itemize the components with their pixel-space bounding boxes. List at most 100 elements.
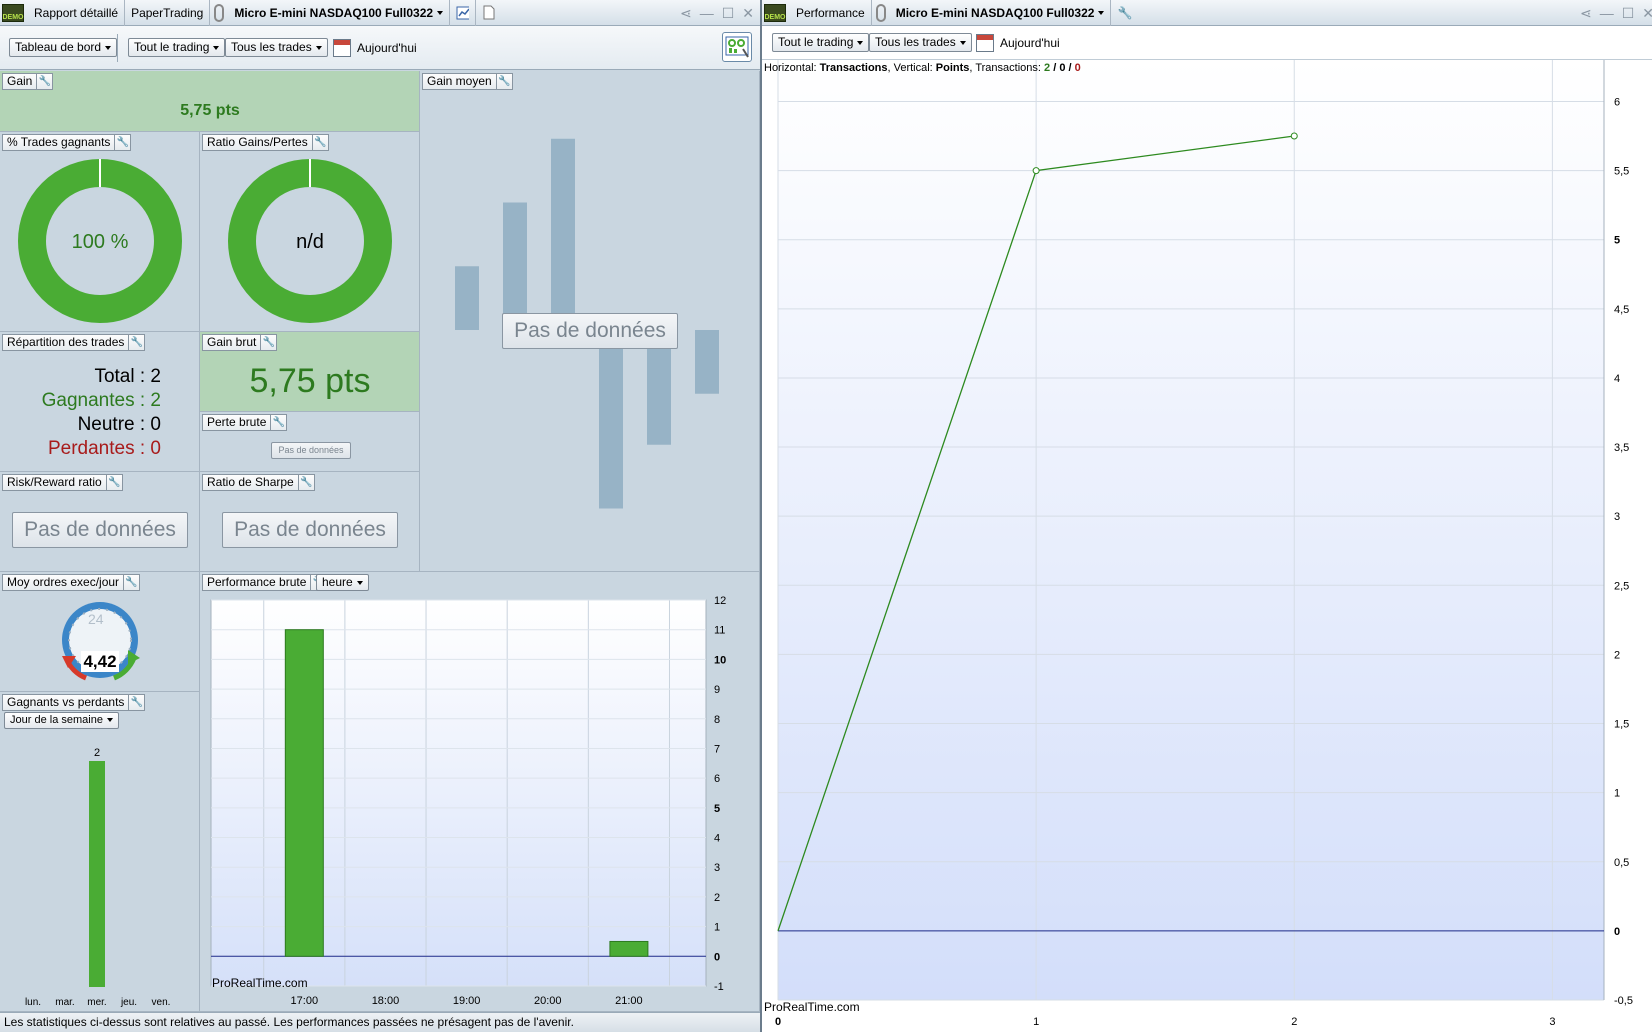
date-label[interactable]: Aujourd'hui (357, 41, 417, 55)
maximize-icon[interactable]: ☐ (722, 5, 735, 22)
document-icon[interactable] (476, 0, 502, 26)
panel-title[interactable]: Répartition des trades 🔧 (2, 334, 146, 351)
dashboard-config-icon[interactable] (722, 32, 752, 62)
y-tick-label: 6 (714, 773, 720, 785)
panel-title[interactable]: Risk/Reward ratio 🔧 (2, 474, 123, 491)
minimize-icon[interactable]: — (700, 5, 714, 21)
x-tick-label: 3 (1549, 1016, 1555, 1028)
tab-detailed-report[interactable]: Rapport détaillé (28, 0, 126, 26)
tab-performance[interactable]: Performance (790, 0, 872, 26)
link-icon[interactable] (214, 3, 225, 22)
winrate-value: 100 % (71, 231, 129, 253)
right-toolbar: Tout le trading Tous les trades Aujourd'… (762, 26, 1652, 60)
panel-title[interactable]: Moy ordres exec/jour 🔧 (2, 574, 141, 591)
y-tick-label: 6 (1614, 96, 1620, 108)
wrench-icon[interactable]: 🔧 (260, 335, 276, 350)
y-tick-label: 9 (714, 684, 720, 696)
chevron-down-icon (213, 45, 220, 50)
close-icon[interactable]: ✕ (1642, 5, 1652, 22)
gross-perf-watermark: ProRealTime.com (212, 976, 308, 990)
wrench-icon[interactable]: 🔧 (270, 415, 286, 430)
trading-dropdown[interactable]: Tout le trading (128, 38, 226, 57)
category-label: mer. (87, 997, 106, 1008)
gross-perf-chart: 1211109876543210-117:00 18:00 19:00 20:00 21… (210, 595, 726, 1007)
category-label: mar. (55, 997, 74, 1008)
panel-title[interactable]: Gain brut 🔧 (202, 334, 278, 351)
maximize-icon[interactable]: ☐ (1622, 5, 1635, 22)
distribution-total: Total : 2 (94, 366, 161, 387)
minimize-icon[interactable]: — (1600, 5, 1614, 21)
avg-orders-panel: Moy ordres exec/jour 🔧 24 4,42 (0, 572, 200, 692)
y-tick-label: 0 (714, 951, 720, 963)
sharpe-nodata: Pas de données (222, 512, 398, 548)
x-tick-label: 17:00 (291, 995, 319, 1007)
x-tick-label: 18:00 (372, 995, 400, 1007)
winrate-panel: % Trades gagnants 🔧 100 % (0, 132, 200, 332)
y-tick-label: 1 (1614, 788, 1620, 800)
panel-title[interactable]: Ratio de Sharpe 🔧 (202, 474, 315, 491)
share-icon[interactable]: ⋖ (680, 5, 692, 22)
panel-title[interactable]: Gain 🔧 (2, 73, 54, 90)
instrument-selector[interactable]: Micro E-mini NASDAQ100 Full0322 (228, 0, 451, 26)
trading-dropdown[interactable]: Tout le trading (772, 33, 870, 52)
demo-badge: DEMO (764, 3, 786, 22)
panel-title[interactable]: Perte brute 🔧 (202, 414, 288, 431)
y-tick-label: 2 (1614, 649, 1620, 661)
bar-value-label: 2 (94, 747, 100, 759)
calendar-icon[interactable] (333, 39, 351, 57)
chevron-down-icon (857, 40, 864, 45)
trades-dropdown[interactable]: Tous les trades (225, 38, 328, 57)
avg-gain-bar (455, 266, 479, 330)
category-label: jeu. (120, 997, 137, 1008)
wrench-icon[interactable]: 🔧 (123, 575, 139, 590)
y-tick-label: 3 (1614, 511, 1620, 523)
avg-gain-panel: Gain moyen 🔧 Pas de données (420, 71, 760, 572)
gross-loss-nodata: Pas de données (271, 442, 351, 459)
status-bar: Les statistiques ci-dessus sont relative… (0, 1012, 760, 1032)
date-label[interactable]: Aujourd'hui (1000, 36, 1060, 50)
link-icon[interactable] (875, 3, 886, 22)
win-vs-loss-chart: lun. mar. 2 mer. jeu. ven. (25, 747, 171, 1008)
x-tick-label: 20:00 (534, 995, 562, 1007)
performance-watermark: ProRealTime.com (764, 1000, 860, 1014)
close-icon[interactable]: ✕ (742, 5, 754, 22)
y-tick-label: -0,5 (1614, 995, 1633, 1007)
y-tick-label: 1 (714, 922, 720, 934)
wrench-icon[interactable]: 🔧 (128, 335, 144, 350)
wrench-icon[interactable]: 🔧 (297, 475, 314, 490)
y-tick-label: 11 (714, 625, 725, 637)
calendar-icon[interactable] (976, 34, 994, 52)
avg-gain-bar (599, 330, 623, 509)
perf-bar (609, 940, 649, 957)
instrument-selector[interactable]: Micro E-mini NASDAQ100 Full0322 (890, 0, 1112, 26)
left-title-bar: DEMO Rapport détaillé PaperTrading Micro… (0, 0, 760, 26)
risk-reward-panel: Risk/Reward ratio 🔧 Pas de données (0, 472, 200, 572)
left-toolbar: Tableau de bord Tout le trading Tous les… (0, 26, 760, 70)
share-icon[interactable]: ⋖ (1580, 5, 1592, 22)
chevron-down-icon (105, 45, 112, 50)
win-bar (89, 761, 105, 987)
avg-gain-nodata: Pas de données (502, 313, 678, 349)
tab-paper-trading[interactable]: PaperTrading (125, 0, 211, 26)
y-tick-label: 1,5 (1614, 719, 1629, 731)
wrench-icon[interactable]: 🔧 (1111, 0, 1138, 26)
y-tick-label: 4 (1614, 373, 1620, 385)
dashboard-dropdown[interactable]: Tableau de bord (9, 38, 118, 57)
y-tick-label: 10 (714, 654, 726, 666)
wrench-icon[interactable]: 🔧 (36, 74, 52, 89)
chevron-down-icon (959, 40, 966, 45)
y-tick-label: 3 (714, 862, 720, 874)
risk-reward-nodata: Pas de données (12, 512, 188, 548)
distribution-winners: Gagnantes : 2 (41, 390, 161, 411)
perf-bar (284, 629, 324, 957)
trades-dropdown[interactable]: Tous les trades (869, 33, 972, 52)
wrench-icon[interactable]: 🔧 (105, 475, 122, 490)
x-tick-label: 21:00 (615, 995, 643, 1007)
category-label: lun. (25, 997, 41, 1008)
win-vs-loss-panel: Gagnants vs perdants 🔧 Jour de la semaine… (0, 692, 200, 1012)
y-tick-label: 4 (714, 833, 720, 845)
y-tick-label: 3,5 (1614, 442, 1629, 454)
chevron-down-icon (1098, 10, 1105, 15)
chart-icon[interactable] (450, 0, 477, 26)
chart-info: Horizontal: Transactions, Vertical: Poin… (764, 62, 1081, 74)
